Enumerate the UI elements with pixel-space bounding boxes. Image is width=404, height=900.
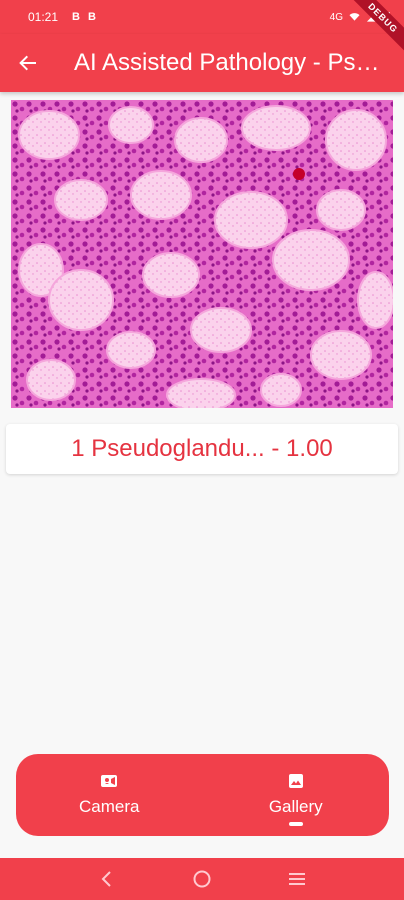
status-time: 01:21 xyxy=(28,10,59,24)
bottom-navigation: Camera Gallery xyxy=(16,754,389,836)
system-menu-button[interactable] xyxy=(277,859,317,899)
prediction-result-text: 1 Pseudoglandu... - 1.00 xyxy=(71,435,333,462)
selected-indicator xyxy=(288,822,303,826)
system-back-button[interactable] xyxy=(87,859,127,899)
system-navigation-bar xyxy=(0,858,404,900)
nav-item-camera[interactable]: Camera xyxy=(16,754,203,836)
nav-label-camera: Camera xyxy=(79,797,140,816)
prediction-result-card: 1 Pseudoglandu... - 1.00 xyxy=(6,424,398,474)
pathology-slide-image xyxy=(11,100,393,408)
screen: 01:21 B B 4G DEBUG AI Assisted Pathology… xyxy=(0,0,404,900)
image-icon xyxy=(288,774,303,788)
notification-icon: B xyxy=(72,11,80,23)
notification-icon: B xyxy=(87,11,96,23)
network-label: 4G xyxy=(329,11,343,23)
nav-item-gallery[interactable]: Gallery xyxy=(203,754,390,836)
back-icon xyxy=(101,871,112,887)
videocam-icon xyxy=(101,775,118,787)
system-home-button[interactable] xyxy=(182,859,222,899)
pathology-slide-graphic xyxy=(11,100,393,408)
status-bar: 01:21 B B 4G xyxy=(0,0,404,34)
home-icon xyxy=(193,870,211,888)
arrow-back-icon xyxy=(19,55,36,71)
nav-label-gallery: Gallery xyxy=(268,797,323,816)
app-bar: AI Assisted Pathology - Pseudoglandular xyxy=(0,34,404,92)
menu-icon xyxy=(288,873,305,885)
back-button[interactable] xyxy=(0,34,56,92)
page-title: AI Assisted Pathology - Pseudoglandular xyxy=(74,49,384,76)
wifi-icon xyxy=(349,13,360,21)
